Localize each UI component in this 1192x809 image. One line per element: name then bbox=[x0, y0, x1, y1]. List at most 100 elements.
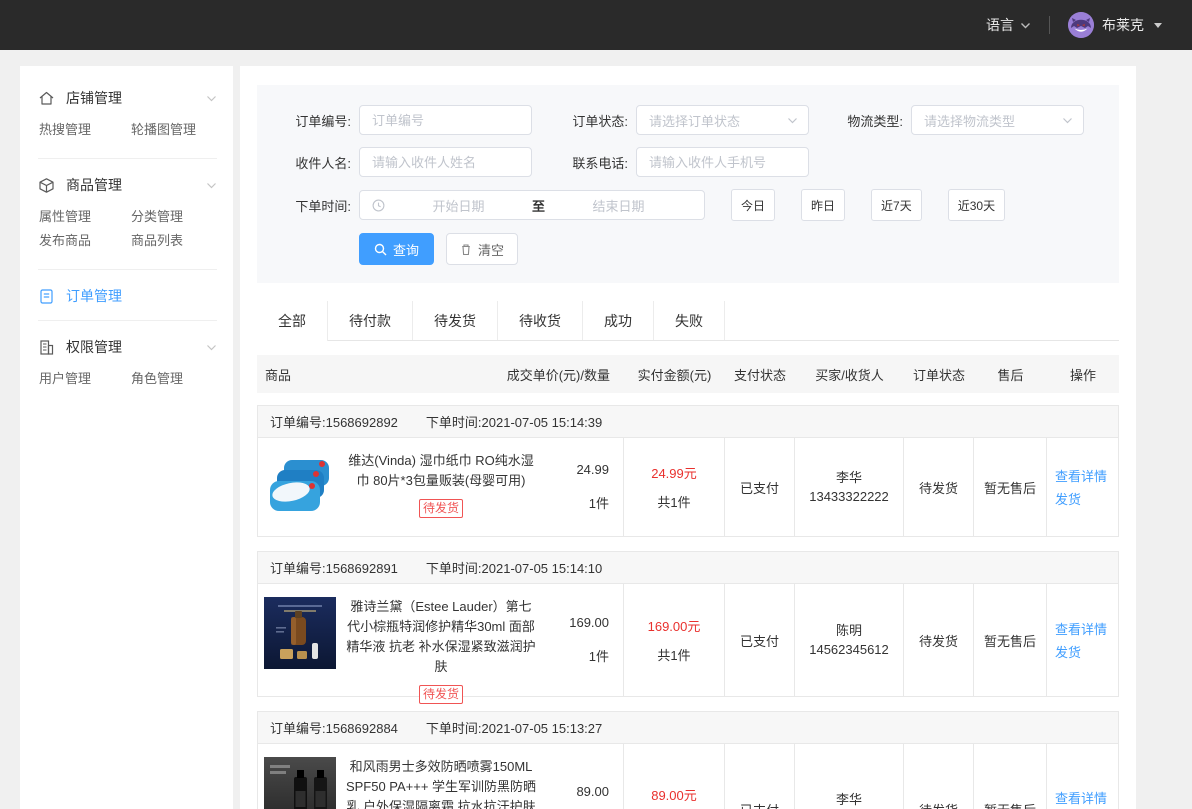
view-detail-link[interactable]: 查看详情 bbox=[1055, 789, 1107, 809]
order-time-label: 下单时间: bbox=[285, 196, 351, 215]
paid-qty: 共1件 bbox=[657, 645, 690, 664]
view-detail-link[interactable]: 查看详情 bbox=[1055, 620, 1107, 640]
pay-status-cell: 已支付 bbox=[724, 438, 794, 536]
table-header: 商品 成交单价(元)/数量 实付金额(元) 支付状态 买家/收货人 订单状态 售… bbox=[257, 355, 1119, 393]
sidebar-item-product-list[interactable]: 商品列表 bbox=[131, 229, 217, 253]
after-sale-cell: 暂无售后 bbox=[973, 438, 1046, 536]
building-icon bbox=[38, 339, 55, 356]
trash-icon bbox=[460, 243, 472, 256]
sidebar-item-product-management[interactable]: 商品管理 bbox=[38, 169, 217, 201]
buyer-cell: 李华 13433322222 bbox=[794, 744, 903, 809]
receiver-name-input[interactable] bbox=[359, 147, 532, 177]
contact-phone-label: 联系电话: bbox=[562, 153, 628, 172]
product-title: 维达(Vinda) 湿巾纸巾 RO纯水湿巾 80片*3包量贩装(母婴可用) bbox=[345, 451, 537, 491]
ship-link[interactable]: 发货 bbox=[1055, 490, 1081, 510]
order-no-input[interactable] bbox=[359, 105, 532, 135]
status-tag: 待发货 bbox=[419, 685, 463, 704]
paid-cell: 169.00元 共1件 bbox=[623, 584, 724, 696]
tab-pending-payment[interactable]: 待付款 bbox=[328, 301, 413, 341]
actions-cell: 查看详情 发货 bbox=[1046, 438, 1118, 536]
sidebar-divider bbox=[38, 320, 217, 321]
order-row: 订单编号:1568692891 下单时间:2021-07-05 15:14:10 bbox=[257, 551, 1119, 697]
quick-range-30days-button[interactable]: 近30天 bbox=[948, 189, 1005, 221]
product-cell: 维达(Vinda) 湿巾纸巾 RO纯水湿巾 80片*3包量贩装(母婴可用) 待发… bbox=[258, 438, 623, 536]
sidebar-divider bbox=[38, 158, 217, 159]
buyer-phone: 13433322222 bbox=[809, 487, 889, 506]
pay-status-cell: 已支付 bbox=[724, 744, 794, 809]
paid-qty: 共1件 bbox=[657, 492, 690, 511]
language-dropdown[interactable]: 语言 bbox=[986, 15, 1031, 35]
logistics-type-label: 物流类型: bbox=[837, 111, 903, 130]
caret-down-icon bbox=[1154, 23, 1162, 28]
sidebar-item-category[interactable]: 分类管理 bbox=[131, 205, 217, 229]
buyer-name: 李华 bbox=[836, 790, 862, 809]
quick-range-today-button[interactable]: 今日 bbox=[731, 189, 775, 221]
unit-price-block: 89.00 1件 bbox=[537, 784, 609, 809]
sidebar-item-shop-management[interactable]: 店铺管理 bbox=[38, 82, 217, 114]
order-status-cell: 待发货 bbox=[903, 744, 973, 809]
sidebar-item-hot-search[interactable]: 热搜管理 bbox=[39, 118, 131, 142]
order-status-cell: 待发货 bbox=[903, 438, 973, 536]
sidebar-item-label: 订单管理 bbox=[66, 286, 122, 306]
after-sale-cell: 暂无售后 bbox=[973, 744, 1046, 809]
ship-link[interactable]: 发货 bbox=[1055, 643, 1081, 663]
col-unit-price: 成交单价(元)/数量 bbox=[507, 365, 610, 384]
tab-pending-shipment[interactable]: 待发货 bbox=[413, 301, 498, 341]
sidebar-item-label: 权限管理 bbox=[66, 337, 122, 357]
order-status-label: 订单状态: bbox=[562, 111, 628, 130]
tab-pending-receipt[interactable]: 待收货 bbox=[498, 301, 583, 341]
tab-all[interactable]: 全部 bbox=[257, 301, 328, 341]
sidebar-item-label: 店铺管理 bbox=[66, 88, 122, 108]
filter-row-3: 下单时间: 开始日期 至 结束日期 今日 昨日 近7天 近30天 bbox=[285, 189, 1091, 221]
col-order-status: 订单状态 bbox=[904, 365, 974, 384]
product-cell: 雅诗兰黛（Estee Lauder）第七代小棕瓶特润修护精华30ml 面部精华液… bbox=[258, 584, 623, 696]
col-buyer: 买家/收货人 bbox=[795, 365, 904, 384]
paid-amount: 24.99元 bbox=[651, 463, 697, 482]
sidebar-item-attribute[interactable]: 属性管理 bbox=[39, 205, 131, 229]
page-body: 店铺管理 热搜管理 轮播图管理 商品管理 属性管理 分类管理 发布商品 商品列表 bbox=[0, 50, 1192, 809]
tab-success[interactable]: 成功 bbox=[583, 301, 654, 341]
unit-price: 24.99 bbox=[537, 462, 609, 477]
sidebar-item-role-management[interactable]: 角色管理 bbox=[131, 367, 217, 391]
date-range-picker[interactable]: 开始日期 至 结束日期 bbox=[359, 190, 705, 220]
order-no-label: 订单编号: bbox=[285, 111, 351, 130]
view-detail-link[interactable]: 查看详情 bbox=[1055, 467, 1107, 487]
col-paid-amount: 实付金额(元) bbox=[624, 365, 725, 384]
order-status-placeholder: 请选择订单状态 bbox=[649, 111, 740, 130]
quick-range-7days-button[interactable]: 近7天 bbox=[871, 189, 922, 221]
order-time: 下单时间:2021-07-05 15:14:10 bbox=[426, 558, 602, 577]
unit-qty: 1件 bbox=[537, 646, 609, 665]
paid-amount: 89.00元 bbox=[651, 785, 697, 804]
unit-price-block: 24.99 1件 bbox=[537, 462, 609, 512]
order-header: 订单编号:1568692892 下单时间:2021-07-05 15:14:39 bbox=[258, 406, 1118, 438]
filter-row-1: 订单编号: 订单状态: 请选择订单状态 物流类型: 请选择物流类型 bbox=[285, 105, 1091, 135]
sidebar-item-carousel[interactable]: 轮播图管理 bbox=[131, 118, 217, 142]
tab-failed[interactable]: 失败 bbox=[654, 301, 725, 341]
paid-cell: 89.00元 共1件 bbox=[623, 744, 724, 809]
sidebar-submenu-product: 属性管理 分类管理 发布商品 商品列表 bbox=[38, 201, 217, 261]
sidebar-item-permission-management[interactable]: 权限管理 bbox=[38, 331, 217, 363]
unit-price: 169.00 bbox=[537, 615, 609, 630]
clear-button[interactable]: 清空 bbox=[446, 233, 518, 265]
actions-cell: 查看详情 发货 bbox=[1046, 744, 1118, 809]
chevron-down-icon bbox=[206, 93, 217, 104]
search-button[interactable]: 查询 bbox=[359, 233, 434, 265]
unit-price-block: 169.00 1件 bbox=[537, 615, 609, 665]
sidebar-item-publish[interactable]: 发布商品 bbox=[39, 229, 131, 253]
sidebar-item-user-management[interactable]: 用户管理 bbox=[39, 367, 131, 391]
date-separator: 至 bbox=[532, 196, 545, 215]
sidebar-item-order-management[interactable]: 订单管理 bbox=[38, 280, 217, 312]
home-icon bbox=[38, 90, 55, 107]
after-sale-cell: 暂无售后 bbox=[973, 584, 1046, 696]
order-header: 订单编号:1568692891 下单时间:2021-07-05 15:14:10 bbox=[258, 552, 1118, 584]
filter-panel: 订单编号: 订单状态: 请选择订单状态 物流类型: 请选择物流类型 bbox=[257, 85, 1119, 283]
user-menu[interactable]: 布莱克 bbox=[1068, 12, 1162, 38]
unit-qty: 1件 bbox=[537, 493, 609, 512]
contact-phone-input[interactable] bbox=[636, 147, 809, 177]
buyer-cell: 陈明 14562345612 bbox=[794, 584, 903, 696]
order-doc-icon bbox=[38, 288, 55, 305]
logistics-type-select[interactable]: 请选择物流类型 bbox=[911, 105, 1084, 135]
status-tag: 待发货 bbox=[419, 499, 463, 518]
quick-range-yesterday-button[interactable]: 昨日 bbox=[801, 189, 845, 221]
order-status-select[interactable]: 请选择订单状态 bbox=[636, 105, 809, 135]
